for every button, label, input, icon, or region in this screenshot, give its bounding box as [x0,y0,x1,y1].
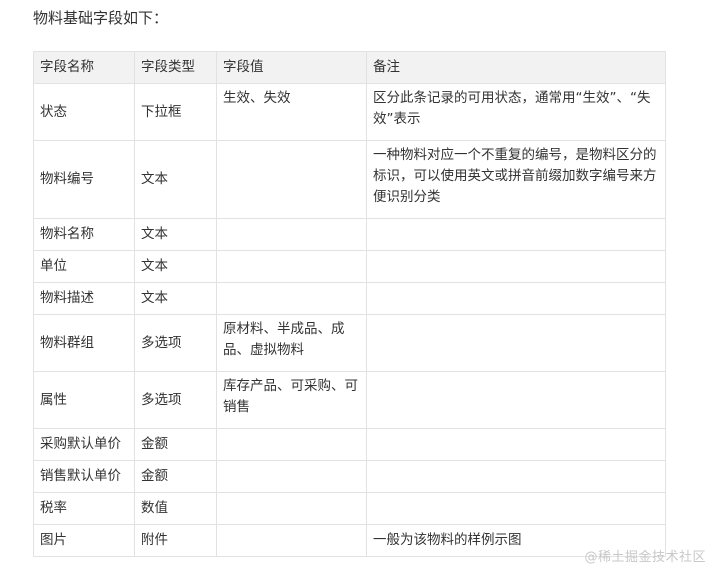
cell-field-name: 物料编号 [33,140,135,219]
table-row: 物料群组 多选项 原材料、半成品、成品、虚拟物料 [33,314,666,372]
table-row: 物料编号 文本 一种物料对应一个不重复的编号，是物料区分的标识，可以使用英文或拼… [33,140,666,219]
cell-field-name: 税率 [33,492,135,525]
cell-remark [366,428,666,461]
table-row: 状态 下拉框 生效、失效 区分此条记录的可用状态，通常用“生效”、“失效”表示 [33,83,666,141]
cell-remark [366,314,666,372]
cell-field-type: 金额 [134,428,217,461]
cell-field-type: 下拉框 [134,83,217,141]
cell-field-name: 销售默认单价 [33,460,135,493]
cell-field-name: 物料描述 [33,282,135,315]
cell-remark [366,492,666,525]
cell-remark [366,460,666,493]
cell-field-value [216,492,367,525]
cell-field-value [216,524,367,557]
table-row: 销售默认单价 金额 [33,460,666,493]
header-field-type: 字段类型 [134,51,217,84]
header-field-name: 字段名称 [33,51,135,84]
cell-field-type: 多选项 [134,371,217,429]
cell-remark: 区分此条记录的可用状态，通常用“生效”、“失效”表示 [366,83,666,141]
cell-field-type: 数值 [134,492,217,525]
cell-field-name: 采购默认单价 [33,428,135,461]
cell-remark [366,218,666,251]
cell-field-type: 文本 [134,218,217,251]
cell-field-type: 金额 [134,460,217,493]
cell-field-value [216,218,367,251]
header-field-value: 字段值 [216,51,367,84]
cell-field-type: 多选项 [134,314,217,372]
header-remark: 备注 [366,51,666,84]
cell-field-type: 文本 [134,250,217,283]
cell-remark [366,282,666,315]
table-row: 物料描述 文本 [33,282,666,315]
cell-field-name: 物料名称 [33,218,135,251]
table-row: 物料名称 文本 [33,218,666,251]
table-row: 税率 数值 [33,492,666,525]
material-fields-table: 字段名称 字段类型 字段值 备注 状态 下拉框 生效、失效 区分此条记录的可用状… [33,51,666,557]
cell-remark [366,250,666,283]
cell-field-value: 生效、失效 [216,83,367,141]
cell-field-type: 文本 [134,282,217,315]
cell-field-type: 附件 [134,524,217,557]
intro-text: 物料基础字段如下： [33,9,169,27]
table-row: 采购默认单价 金额 [33,428,666,461]
table-header-row: 字段名称 字段类型 字段值 备注 [33,51,666,84]
cell-field-value [216,282,367,315]
cell-field-value: 库存产品、可采购、可销售 [216,371,367,429]
cell-field-name: 状态 [33,83,135,141]
cell-field-name: 单位 [33,250,135,283]
cell-field-name: 物料群组 [33,314,135,372]
cell-field-value: 原材料、半成品、成品、虚拟物料 [216,314,367,372]
cell-field-value [216,250,367,283]
cell-remark [366,371,666,429]
cell-field-value [216,140,367,219]
cell-remark: 一种物料对应一个不重复的编号，是物料区分的标识，可以使用英文或拼音前缀加数字编号… [366,140,666,219]
cell-field-type: 文本 [134,140,217,219]
cell-field-name: 属性 [33,371,135,429]
table-row: 属性 多选项 库存产品、可采购、可销售 [33,371,666,429]
cell-field-value [216,460,367,493]
cell-field-name: 图片 [33,524,135,557]
table-row: 图片 附件 一般为该物料的样例示图 [33,524,666,557]
table-row: 单位 文本 [33,250,666,283]
watermark: @稀土掘金技术社区 [584,550,706,565]
cell-field-value [216,428,367,461]
